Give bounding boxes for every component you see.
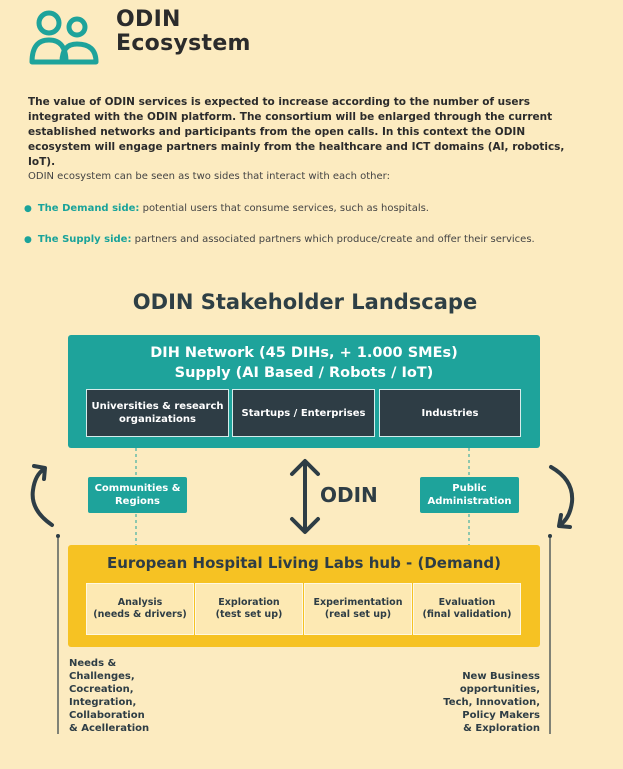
demand-title: European Hospital Living Labs hub - (Dem… bbox=[107, 554, 501, 572]
odin-center-label: ODIN bbox=[320, 483, 378, 507]
demand-box-name: Exploration bbox=[218, 597, 280, 608]
supply-block: DIH Network (45 DIHs, + 1.000 SMEs) Supp… bbox=[68, 335, 540, 448]
demand-box-sub: (needs & drivers) bbox=[93, 609, 187, 620]
demand-box-experimentation: Experimentation (real set up) bbox=[304, 583, 412, 635]
demand-box-evaluation: Evaluation (final validation) bbox=[413, 583, 521, 635]
left-note-line: Integration, bbox=[69, 697, 137, 708]
right-notes: New Business opportunities, Tech, Innova… bbox=[443, 670, 540, 735]
double-arrow-icon bbox=[290, 459, 320, 534]
left-note-line: & Acelleration bbox=[69, 723, 150, 734]
communities-regions-box: Communities & Regions bbox=[88, 477, 187, 513]
left-note-line: Challenges, bbox=[69, 671, 135, 682]
supply-line1: DIH Network (45 DIHs, + 1.000 SMEs) bbox=[150, 345, 458, 361]
demand-box-name: Evaluation bbox=[438, 597, 496, 608]
left-notes: Needs & Challenges, Cocreation, Integrat… bbox=[69, 657, 149, 735]
right-note-line: Policy Makers bbox=[462, 710, 540, 721]
public-administration-box: Public Administration bbox=[420, 477, 519, 513]
right-note-line: Tech, Innovation, bbox=[443, 697, 540, 708]
demand-box-sub: (final validation) bbox=[422, 609, 512, 620]
left-note-line: Cocreation, bbox=[69, 684, 134, 695]
right-note-line: & Exploration bbox=[463, 723, 540, 734]
supply-box-industries: Industries bbox=[379, 389, 521, 437]
right-note-line: opportunities, bbox=[459, 684, 540, 695]
left-curved-arrow-icon bbox=[30, 464, 54, 527]
left-note-line: Collaboration bbox=[69, 710, 145, 721]
left-note-line: Needs & bbox=[69, 658, 117, 669]
demand-box-exploration: Exploration (test set up) bbox=[195, 583, 303, 635]
demand-box-sub: (real set up) bbox=[324, 609, 392, 620]
demand-box-name: Experimentation bbox=[313, 597, 403, 608]
right-curved-arrow-icon bbox=[549, 465, 575, 529]
supply-line2: Supply (AI Based / Robots / IoT) bbox=[174, 365, 434, 381]
demand-box-analysis: Analysis (needs & drivers) bbox=[86, 583, 194, 635]
demand-block: European Hospital Living Labs hub - (Dem… bbox=[68, 545, 540, 647]
right-note-line: New Business bbox=[462, 671, 540, 682]
supply-box-startups: Startups / Enterprises bbox=[232, 389, 375, 437]
demand-box-name: Analysis bbox=[117, 597, 163, 608]
demand-box-sub: (test set up) bbox=[215, 609, 283, 620]
supply-box-universities: Universities & research organizations bbox=[86, 389, 229, 437]
